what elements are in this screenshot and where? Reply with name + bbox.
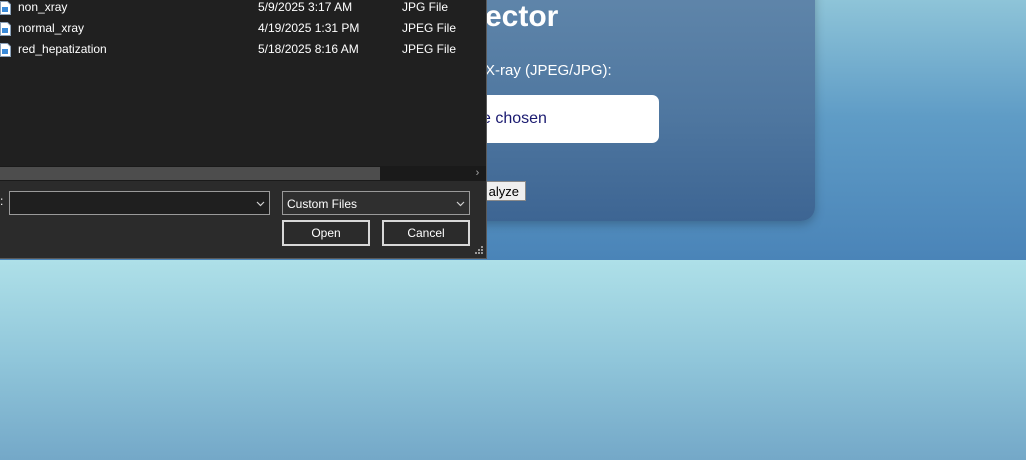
file-name: non_xray: [18, 0, 68, 14]
chevron-down-icon[interactable]: [256, 199, 265, 208]
file-date: 4/19/2025 1:31 PM: [258, 21, 360, 35]
file-open-dialog: non_xray 5/9/2025 3:17 AM JPG File norma…: [0, 0, 487, 259]
file-date: 5/18/2025 8:16 AM: [258, 42, 359, 56]
file-name: normal_xray: [18, 21, 85, 35]
upload-card: ector X-ray (JPEG/JPG): e chosen alyze: [440, 0, 815, 221]
dialog-bottom-panel: : Custom Files Open Cancel: [0, 181, 486, 258]
file-date: 5/9/2025 3:17 AM: [258, 0, 353, 14]
page-background-bottom: [0, 260, 1026, 460]
file-name-combobox[interactable]: [9, 191, 270, 215]
image-file-icon: [0, 1, 11, 15]
scroll-right-arrow-icon[interactable]: ›: [470, 166, 485, 181]
horizontal-scrollbar[interactable]: ›: [0, 166, 486, 181]
open-button[interactable]: Open: [282, 220, 370, 246]
file-type: JPEG File: [402, 21, 457, 35]
file-chooser-status: e chosen: [482, 110, 547, 127]
file-type-filter-value: Custom Files: [287, 197, 358, 211]
file-row[interactable]: normal_xray 4/19/2025 1:31 PM JPEG File: [0, 19, 486, 39]
resize-grip-icon[interactable]: [474, 245, 484, 255]
file-name-label: :: [0, 194, 4, 208]
file-row[interactable]: non_xray 5/9/2025 3:17 AM JPG File: [0, 0, 486, 18]
image-file-icon: [0, 43, 11, 57]
image-file-icon: [0, 22, 11, 36]
cancel-button[interactable]: Cancel: [382, 220, 470, 246]
file-row[interactable]: red_hepatization 5/18/2025 8:16 AM JPEG …: [0, 40, 486, 60]
chevron-down-icon[interactable]: [456, 199, 465, 208]
file-list[interactable]: non_xray 5/9/2025 3:17 AM JPG File norma…: [0, 0, 486, 166]
file-name-input[interactable]: [12, 194, 246, 214]
file-type: JPG File: [402, 0, 449, 14]
scrollbar-thumb[interactable]: [0, 167, 380, 180]
file-name: red_hepatization: [18, 42, 107, 56]
file-type-filter-select[interactable]: Custom Files: [282, 191, 470, 215]
file-type: JPEG File: [402, 42, 457, 56]
